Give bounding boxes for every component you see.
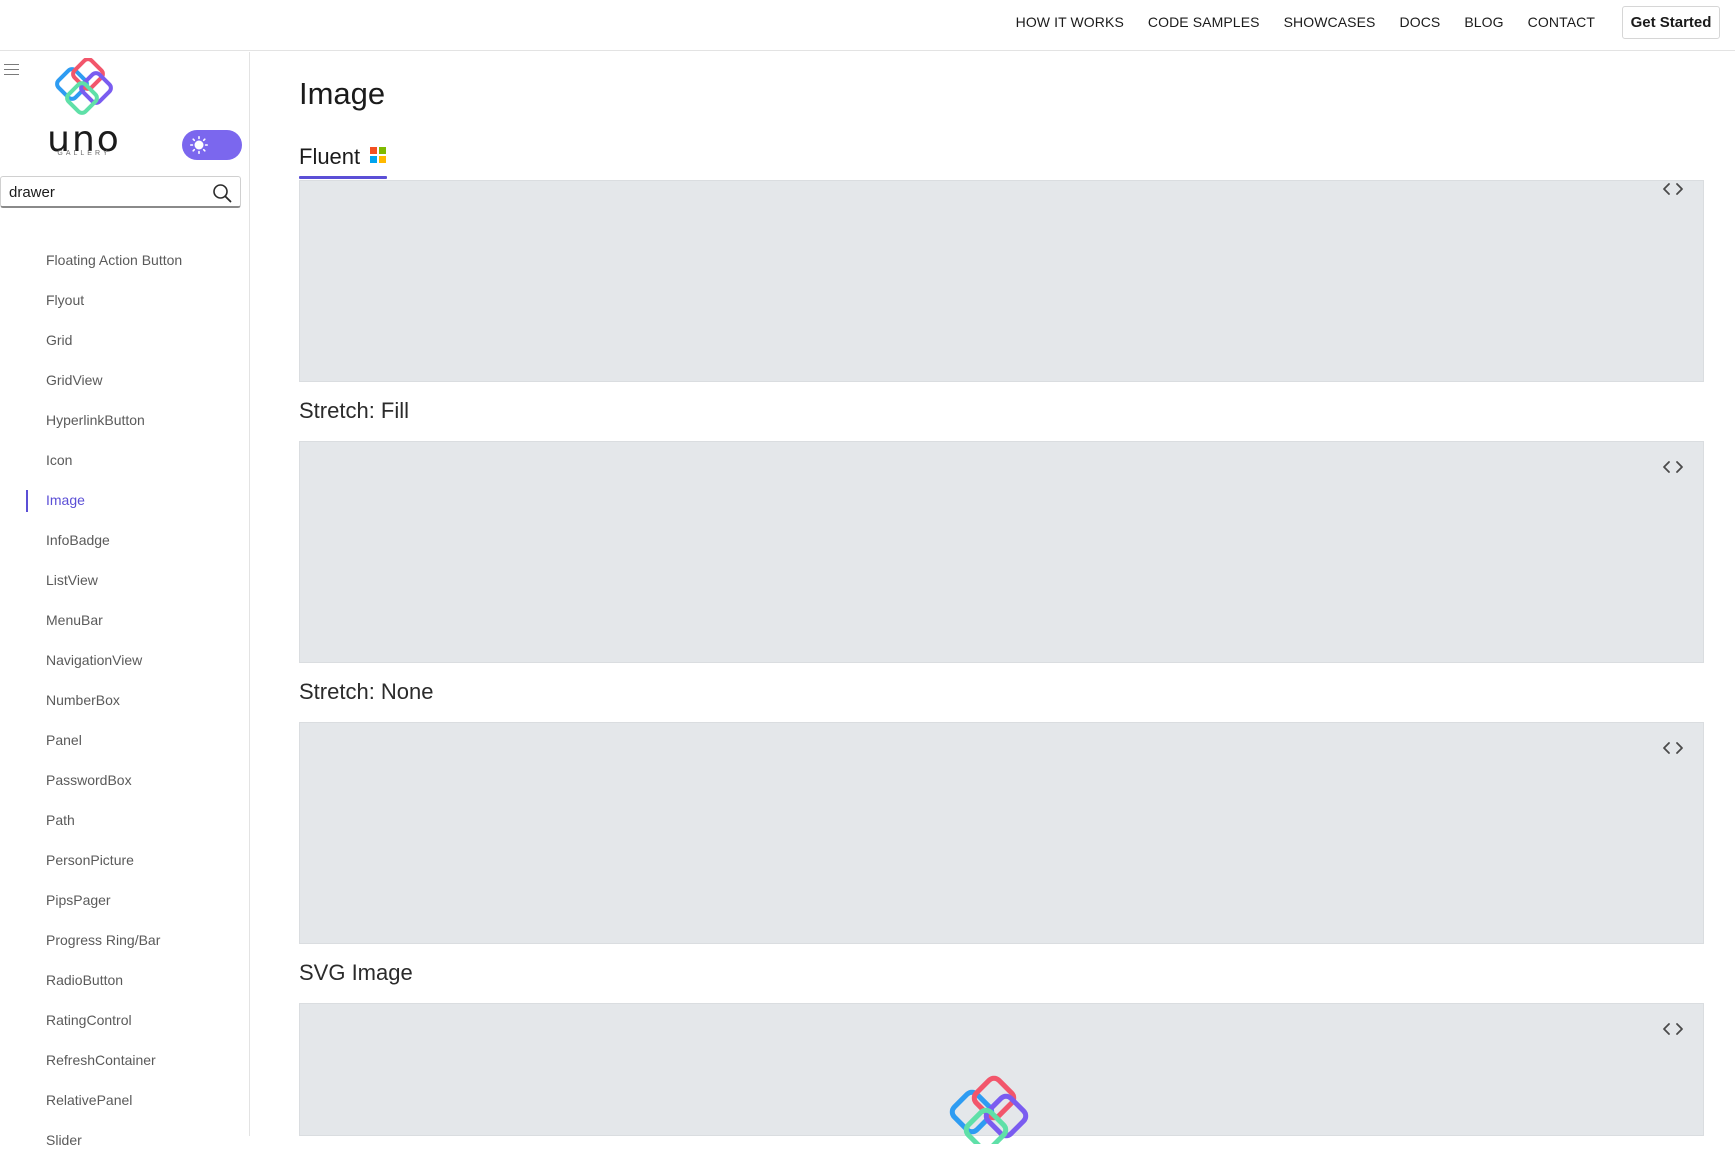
search-box xyxy=(0,176,241,208)
nav-blog[interactable]: BLOG xyxy=(1464,14,1503,30)
sidebar-item-slider[interactable]: Slider xyxy=(0,1120,250,1160)
nav-docs[interactable]: DOCS xyxy=(1400,14,1441,30)
sidebar-item-panel[interactable]: Panel xyxy=(0,720,250,760)
uno-logo-icon xyxy=(54,57,114,116)
sidebar-item-progress-ring-bar[interactable]: Progress Ring/Bar xyxy=(0,920,250,960)
sidebar-item-floating-action-button[interactable]: Floating Action Button xyxy=(0,240,250,280)
sidebar-item-gridview[interactable]: GridView xyxy=(0,360,250,400)
sidebar-item-relativepanel[interactable]: RelativePanel xyxy=(0,1080,250,1120)
sidebar: uno GALLERY Floating Action ButtonFlyout… xyxy=(0,52,250,1148)
main-content: Image Fluent Stretch: Fill Stretch: None… xyxy=(299,52,1704,1153)
sidebar-item-hyperlinkbutton[interactable]: HyperlinkButton xyxy=(0,400,250,440)
search-input[interactable] xyxy=(9,182,199,202)
section-title-svg-image: SVG Image xyxy=(299,960,413,985)
nav-contact[interactable]: CONTACT xyxy=(1528,14,1595,30)
sidebar-item-ratingcontrol[interactable]: RatingControl xyxy=(0,1000,250,1040)
code-icon[interactable] xyxy=(1661,739,1685,757)
tab-underline xyxy=(299,176,387,179)
tab-label: Fluent xyxy=(299,144,361,169)
sidebar-nav: Floating Action Button Flyout Grid GridView… xyxy=(0,240,250,1160)
example-panel-stretch-none xyxy=(299,722,1704,944)
windows-logo-icon xyxy=(370,147,387,163)
sidebar-item-radiobutton[interactable]: RadioButton xyxy=(0,960,250,1000)
brand-subtitle: GALLERY xyxy=(57,150,111,157)
example-panel-svg-image xyxy=(299,1003,1704,1153)
example-panel-default xyxy=(299,180,1704,382)
nav-showcases[interactable]: SHOWCASES xyxy=(1284,14,1376,30)
code-icon[interactable] xyxy=(1661,180,1685,198)
tab-fluent[interactable]: Fluent xyxy=(299,144,388,179)
top-bar: HOW IT WORKS CODE SAMPLES SHOWCASES DOCS… xyxy=(0,0,1735,51)
top-nav: HOW IT WORKS CODE SAMPLES SHOWCASES DOCS… xyxy=(992,0,1595,44)
sun-icon xyxy=(190,136,209,155)
nav-code-samples[interactable]: CODE SAMPLES xyxy=(1148,14,1260,30)
sidebar-item-listview[interactable]: ListView xyxy=(0,560,250,600)
sidebar-item-icon[interactable]: Icon xyxy=(0,440,250,480)
sidebar-item-navigationview[interactable]: NavigationView xyxy=(0,640,250,680)
get-started-button[interactable]: Get Started xyxy=(1622,6,1720,39)
sidebar-item-refreshcontainer[interactable]: RefreshContainer xyxy=(0,1040,250,1080)
theme-toggle[interactable] xyxy=(182,130,242,160)
code-icon[interactable] xyxy=(1661,1020,1685,1038)
sidebar-item-passwordbox[interactable]: PasswordBox xyxy=(0,760,250,800)
search-icon[interactable] xyxy=(212,183,232,203)
example-panel-stretch-fill xyxy=(299,441,1704,663)
page-title: Image xyxy=(299,76,386,111)
sidebar-item-image[interactable]: Image xyxy=(0,480,250,520)
sidebar-item-pipspager[interactable]: PipsPager xyxy=(0,880,250,920)
nav-how-it-works[interactable]: HOW IT WORKS xyxy=(1016,14,1124,30)
sidebar-item-grid[interactable]: Grid xyxy=(0,320,250,360)
code-icon[interactable] xyxy=(1661,458,1685,476)
sidebar-item-numberbox[interactable]: NumberBox xyxy=(0,680,250,720)
sidebar-item-path[interactable]: Path xyxy=(0,800,250,840)
section-title-stretch-none: Stretch: None xyxy=(299,679,434,704)
sidebar-item-flyout[interactable]: Flyout xyxy=(0,280,250,320)
sidebar-item-personpicture[interactable]: PersonPicture xyxy=(0,840,250,880)
sidebar-item-infobadge[interactable]: InfoBadge xyxy=(0,520,250,560)
uno-svg-image-icon xyxy=(948,1074,1032,1153)
section-title-stretch-fill: Stretch: Fill xyxy=(299,398,410,423)
sidebar-item-menubar[interactable]: MenuBar xyxy=(0,600,250,640)
hamburger-icon[interactable] xyxy=(4,64,19,76)
